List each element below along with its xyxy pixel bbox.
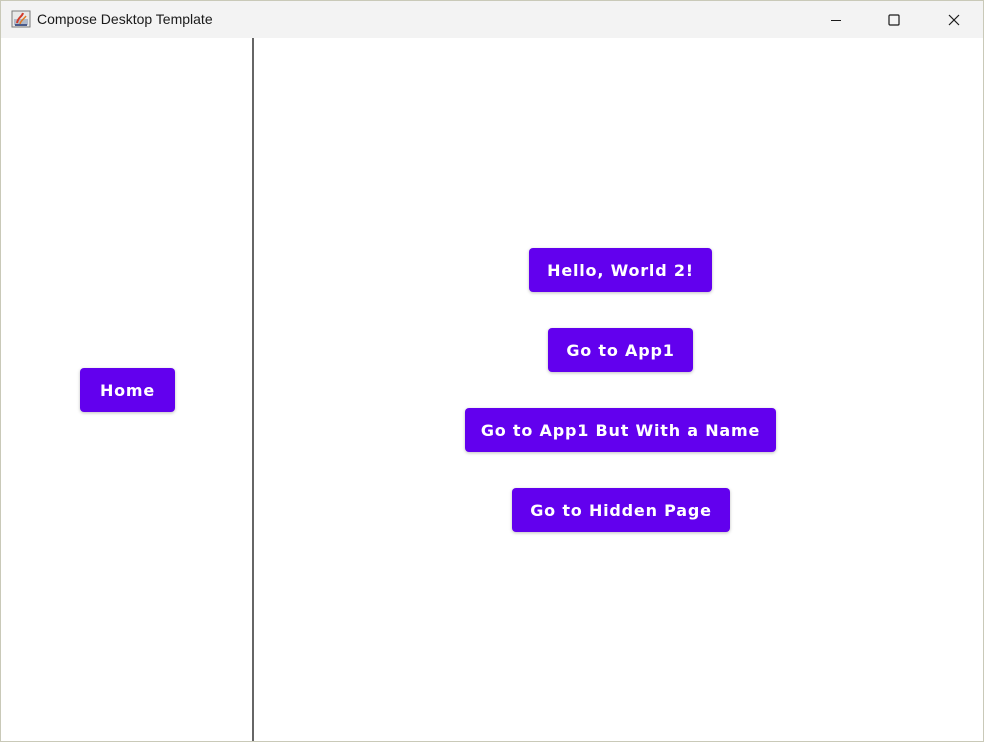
title-bar[interactable]: Compose Desktop Template (1, 1, 983, 38)
minimize-button[interactable] (807, 1, 865, 38)
close-icon (948, 14, 960, 26)
go-to-app1-with-name-button[interactable]: Go to App1 But With a Name (465, 408, 776, 452)
minimize-icon (830, 14, 842, 26)
close-button[interactable] (925, 1, 983, 38)
go-to-hidden-page-button[interactable]: Go to Hidden Page (512, 488, 730, 532)
go-to-app1-button[interactable]: Go to App1 (548, 328, 693, 372)
hello-world-button[interactable]: Hello, World 2! (529, 248, 712, 292)
maximize-button[interactable] (865, 1, 923, 38)
home-button[interactable]: Home (80, 368, 175, 412)
app-window: Compose Desktop Template Home Hello, Wor… (0, 0, 984, 742)
maximize-icon (888, 13, 900, 26)
window-title: Compose Desktop Template (37, 11, 213, 27)
sidebar: Home (1, 38, 252, 741)
java-app-icon (11, 9, 31, 29)
main-content: Hello, World 2! Go to App1 Go to App1 Bu… (254, 38, 983, 741)
